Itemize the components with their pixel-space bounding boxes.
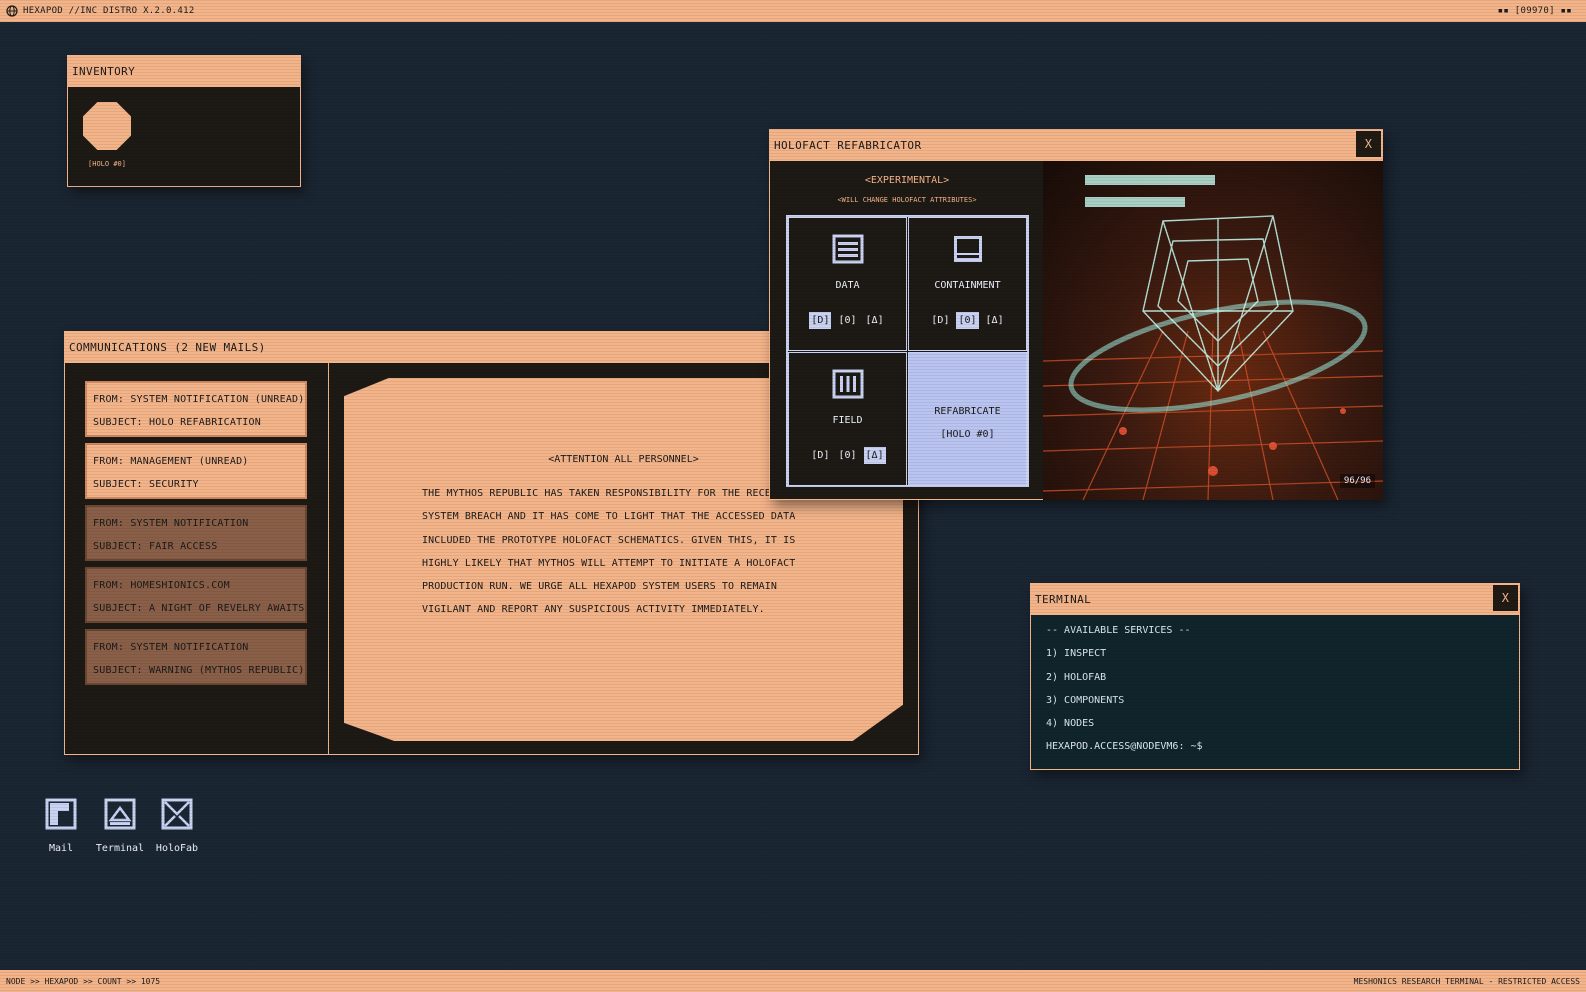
holo-item-label: [HOLO #0] (88, 160, 126, 168)
inventory-window: INVENTORY [HOLO #0] (67, 55, 301, 187)
desktop-icon-mail[interactable]: Mail (31, 798, 91, 854)
close-icon: X (1364, 137, 1373, 151)
terminal-prompt[interactable]: HEXAPOD.ACCESS@NODEVM6: ~$ (1046, 735, 1203, 758)
desktop-icon-terminal[interactable]: Terminal (90, 798, 150, 854)
close-icon: X (1501, 591, 1510, 605)
attribute-option[interactable]: [0] (836, 312, 858, 329)
holofact-render-image (1043, 175, 1383, 500)
os-title: HEXAPOD //INC DISTRO X.2.0.412 (23, 6, 195, 16)
attribute-cell-field: FIELD [D] [0] [Δ] (788, 352, 907, 486)
refabricator-title-bar[interactable]: HOLOFACT REFABRICATOR X (770, 130, 1382, 161)
mail-app-icon (45, 798, 77, 830)
mail-subject: SUBJECT: SECURITY (93, 479, 199, 490)
mail-item[interactable]: FROM: HOMESHIONICS.COM SUBJECT: A NIGHT … (85, 567, 307, 623)
mail-from: FROM: HOMESHIONICS.COM (93, 580, 230, 591)
refabricate-target: [HOLO #0] (940, 429, 995, 440)
attribute-cell-containment: CONTAINMENT [D] [0] [Δ] (908, 217, 1027, 351)
attribute-label: FIELD (832, 415, 863, 426)
communications-title: COMMUNICATIONS (2 NEW MAILS) (69, 341, 266, 354)
mail-subject: SUBJECT: A NIGHT OF REVELRY AWAITS (93, 603, 305, 614)
terminal-service-item: 2) HOLOFAB (1046, 671, 1107, 683)
terminal-service-item: 4) NODES (1046, 718, 1095, 730)
terminal-service-item: 3) COMPONENTS (1046, 694, 1125, 706)
inventory-title: INVENTORY (72, 65, 136, 78)
desktop-icon-label: Terminal (95, 843, 145, 854)
top-bar: HEXAPOD //INC DISTRO X.2.0.412 ▪▪ [09970… (0, 0, 1586, 22)
refabricator-title: HOLOFACT REFABRICATOR (774, 139, 922, 152)
attribute-label: DATA (835, 280, 860, 291)
attribute-option[interactable]: [D] (809, 312, 832, 329)
mail-item[interactable]: FROM: MANAGEMENT (UNREAD) SUBJECT: SECUR… (85, 443, 307, 499)
desktop-icon-label: Mail (48, 843, 74, 854)
refabricator-close-button[interactable]: X (1355, 130, 1382, 158)
inventory-holo-item[interactable]: [HOLO #0] (83, 102, 131, 168)
terminal-header: -- AVAILABLE SERVICES -- (1046, 625, 1191, 636)
credits-readout: ▪▪ [09970] ▪▪ (1497, 6, 1572, 16)
attribute-option[interactable]: [Δ] (863, 447, 886, 464)
refabricator-window: HOLOFACT REFABRICATOR X <EXPERIMENTAL> <… (769, 129, 1383, 500)
data-icon (832, 234, 864, 264)
node-status: NODE >> HEXAPOD >> COUNT >> 1075 (6, 976, 161, 986)
terminal-title: TERMINAL (1035, 593, 1092, 606)
mail-from: FROM: MANAGEMENT (UNREAD) (93, 456, 249, 467)
terminal-title-bar[interactable]: TERMINAL X (1031, 584, 1519, 615)
holofact-preview: 96/96 (1043, 161, 1383, 500)
bottom-status-bar: NODE >> HEXAPOD >> COUNT >> 1075 MESHONI… (0, 970, 1586, 992)
refabricate-button[interactable]: REFABRICATE [HOLO #0] (908, 352, 1027, 486)
mail-subject: SUBJECT: WARNING (MYTHOS REPUBLIC) (93, 665, 305, 676)
attribute-label: CONTAINMENT (934, 280, 1001, 291)
field-icon (832, 369, 864, 399)
holo-octagon-icon (83, 102, 131, 150)
terminal-window: TERMINAL X -- AVAILABLE SERVICES -- 1) I… (1030, 583, 1520, 770)
mail-item[interactable]: FROM: SYSTEM NOTIFICATION SUBJECT: FAIR … (85, 505, 307, 561)
attribute-option[interactable]: [Δ] (984, 312, 1006, 329)
attribute-option[interactable]: [D] (929, 312, 951, 329)
mail-from: FROM: SYSTEM NOTIFICATION (UNREAD) (93, 394, 305, 405)
attribute-option[interactable]: [0] (956, 312, 979, 329)
experimental-label: <EXPERIMENTAL> (864, 175, 950, 186)
mail-subject: SUBJECT: FAIR ACCESS (93, 541, 218, 552)
holofab-app-icon (161, 798, 193, 830)
mail-from: FROM: SYSTEM NOTIFICATION (93, 642, 249, 653)
terminal-app-icon (104, 798, 136, 830)
mail-subject: SUBJECT: HOLO REFABRICATION (93, 417, 261, 428)
terminal-close-button[interactable]: X (1492, 584, 1519, 612)
refabricate-label: REFABRICATE (934, 406, 1001, 417)
containment-icon (954, 236, 982, 262)
mail-from: FROM: SYSTEM NOTIFICATION (93, 518, 249, 529)
inventory-title-bar[interactable]: INVENTORY (68, 56, 300, 87)
desktop-icon-holofab[interactable]: HoloFab (147, 798, 207, 854)
terminal-output[interactable]: -- AVAILABLE SERVICES -- 1) INSPECT 2) H… (1046, 619, 1203, 759)
globe-icon (6, 5, 18, 17)
mail-body: THE MYTHOS REPUBLIC HAS TAKEN RESPONSIBI… (422, 488, 796, 616)
mail-list: FROM: SYSTEM NOTIFICATION (UNREAD) SUBJE… (65, 363, 329, 754)
mail-item[interactable]: FROM: SYSTEM NOTIFICATION SUBJECT: WARNI… (85, 629, 307, 685)
desktop-icon-label: HoloFab (155, 843, 199, 854)
mail-item[interactable]: FROM: SYSTEM NOTIFICATION (UNREAD) SUBJE… (85, 381, 307, 437)
experimental-subtitle: <WILL CHANGE HOLOFACT ATTRIBUTES> (837, 196, 977, 204)
attribute-cell-data: DATA [D] [0] [Δ] (788, 217, 907, 351)
attribute-option[interactable]: [0] (836, 447, 858, 464)
holofact-counter: 96/96 (1339, 474, 1375, 488)
access-notice: MESHONICS RESEARCH TERMINAL - RESTRICTED… (1353, 976, 1580, 986)
attribute-option[interactable]: [Δ] (864, 312, 886, 329)
attribute-grid: DATA [D] [0] [Δ] CONTAINMENT [D] [0] [Δ] (786, 215, 1029, 487)
terminal-service-item: 1) INSPECT (1046, 648, 1107, 660)
attribute-option[interactable]: [D] (809, 447, 831, 464)
